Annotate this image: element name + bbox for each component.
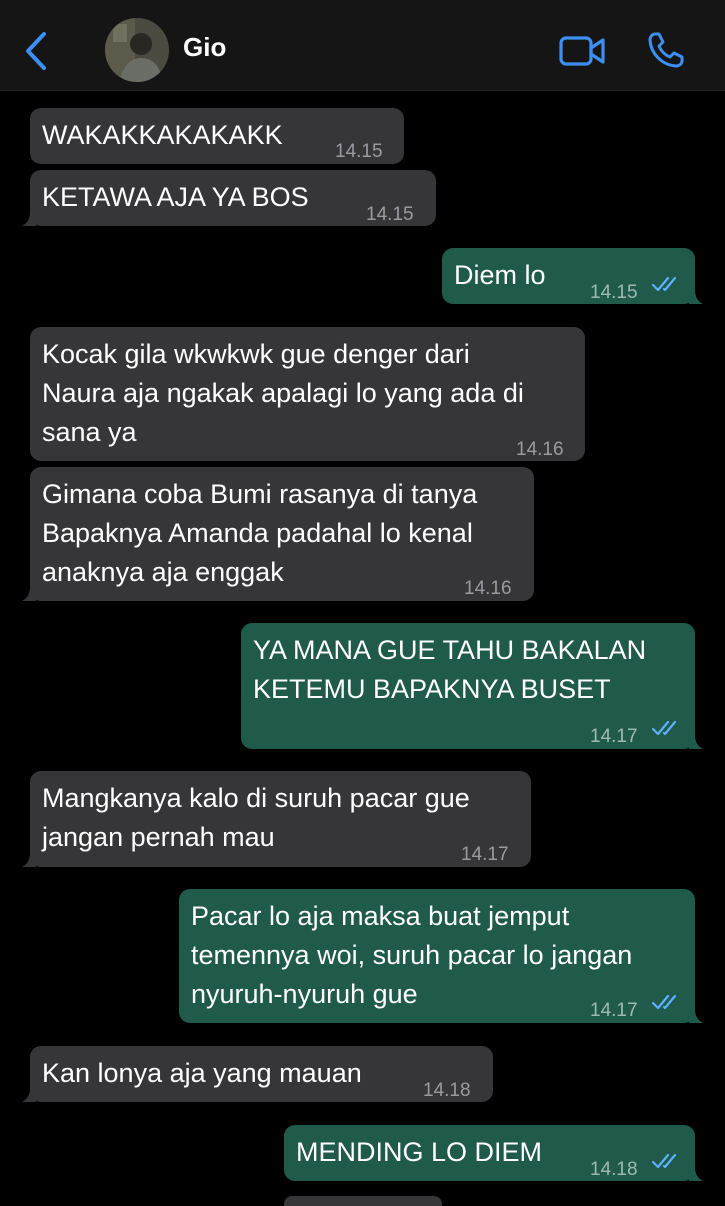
avatar[interactable] [105, 18, 169, 82]
message-text-line: temennya woi, suruh pacar lo jangan [191, 940, 633, 970]
message-incoming[interactable]: WAKAKKAKAKAKK 14.15 [30, 108, 404, 164]
video-camera-icon[interactable] [558, 33, 606, 69]
message-text-line: nyuruh-nyuruh gue [191, 979, 418, 1009]
message-incoming[interactable]: KETAWA AJA YA BOS 14.15 [22, 170, 436, 226]
message-text-line: Naura aja ngakak apalagi lo yang ada di [42, 378, 524, 408]
double-check-icon [652, 276, 677, 292]
message-text-line: Bapaknya Amanda padahal lo kenal [42, 518, 473, 548]
message-outgoing[interactable]: YA MANA GUE TAHU BAKALAN KETEMU BAPAKNYA… [241, 623, 703, 749]
message-time: 14.15 [590, 282, 638, 303]
message-text: Diem lo [454, 260, 546, 290]
message-text-line: Pacar lo aja maksa buat jemput [191, 901, 570, 931]
message-text-line: sana ya [42, 417, 137, 447]
message-text: WAKAKKAKAKAKK [42, 120, 283, 150]
message-text: MENDING LO DIEM [296, 1137, 543, 1167]
message-incoming[interactable]: Mangkanya kalo di suruh pacar gue jangan… [22, 771, 531, 867]
message-text-line: jangan pernah mau [42, 822, 275, 852]
message-time: 14.16 [516, 439, 564, 460]
contact-name[interactable]: Gio [183, 32, 226, 63]
message-incoming[interactable]: Kocak gila wkwkwk gue denger dari Naura … [30, 327, 585, 461]
phone-icon[interactable] [646, 30, 686, 70]
message-incoming[interactable]: Kan lonya aja yang mauan 14.18 [22, 1046, 493, 1102]
message-time: 14.16 [464, 578, 512, 599]
message-text-line: Kocak gila wkwkwk gue denger dari [42, 339, 470, 369]
chat-header: Gio [0, 0, 725, 91]
message-outgoing[interactable]: MENDING LO DIEM 14.18 [284, 1125, 703, 1181]
message-text-line: anaknya aja enggak [42, 557, 284, 587]
message-text-line: YA MANA GUE TAHU BAKALAN [253, 635, 647, 665]
message-text-line: Mangkanya kalo di suruh pacar gue [42, 783, 470, 813]
message-partial [284, 1196, 442, 1206]
message-outgoing[interactable]: Pacar lo aja maksa buat jemput temennya … [179, 889, 703, 1023]
chevron-left-icon[interactable] [18, 28, 54, 74]
message-time: 14.15 [366, 204, 414, 225]
message-time: 14.15 [335, 141, 383, 162]
message-text: KETAWA AJA YA BOS [42, 182, 309, 212]
message-incoming[interactable]: Gimana coba Bumi rasanya di tanya Bapakn… [22, 467, 534, 601]
message-text-line: Gimana coba Bumi rasanya di tanya [42, 479, 478, 509]
message-time: 14.18 [423, 1080, 471, 1101]
message-text: Kan lonya aja yang mauan [42, 1058, 362, 1088]
double-check-icon [652, 994, 677, 1010]
double-check-icon [652, 720, 677, 736]
message-time: 14.18 [590, 1159, 638, 1180]
message-time: 14.17 [590, 726, 638, 747]
message-time: 14.17 [461, 844, 509, 865]
message-outgoing[interactable]: Diem lo 14.15 [442, 248, 703, 304]
message-time: 14.17 [590, 1000, 638, 1021]
double-check-icon [652, 1153, 677, 1169]
message-text-line: KETEMU BAPAKNYA BUSET [253, 674, 611, 704]
